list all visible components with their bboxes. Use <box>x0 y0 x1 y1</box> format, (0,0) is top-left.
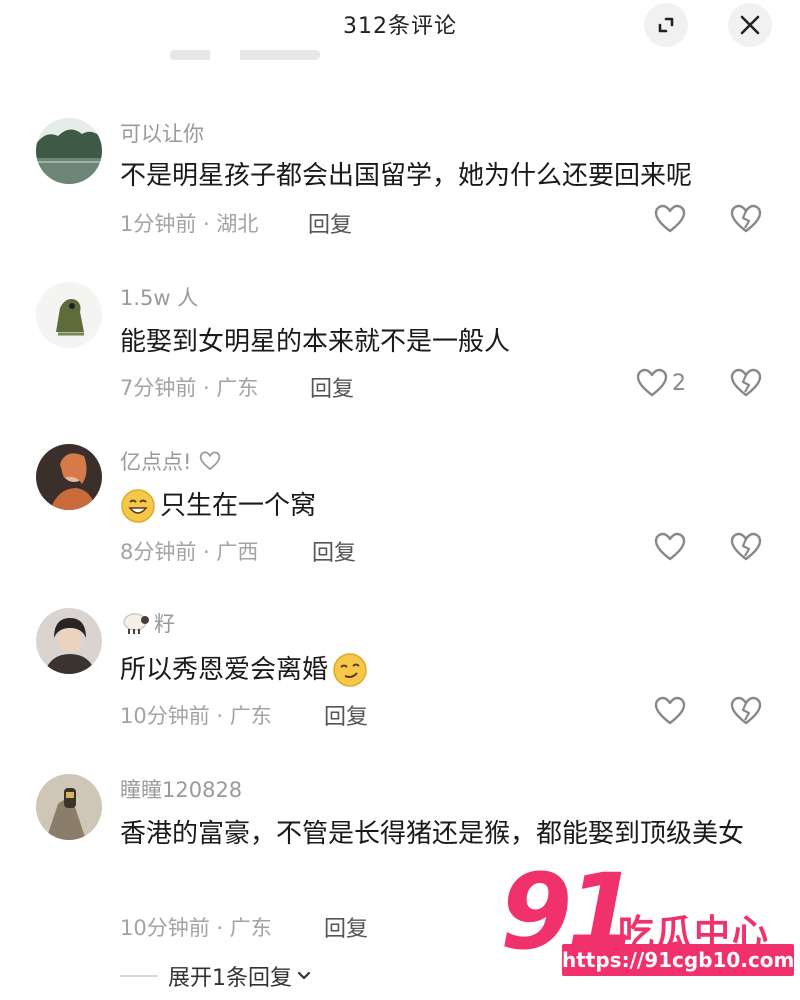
expand-icon <box>658 17 674 33</box>
comment-time-location: 1分钟前 · 湖北 <box>120 212 259 236</box>
like-button[interactable]: 2 <box>636 368 686 398</box>
username[interactable]: 1.5w 人 <box>120 282 198 312</box>
heart-badge-icon <box>200 451 221 471</box>
username-label: 亿点点! <box>120 450 192 474</box>
comment-text: 香港的富豪，不管是长得猪还是猴，都能娶到顶级美女 <box>120 819 745 849</box>
reply-button[interactable]: 回复 <box>310 371 354 403</box>
comment-time-location: 10分钟前 · 广东 <box>120 916 272 940</box>
username[interactable]: 瞳瞳120828 <box>120 774 242 804</box>
close-button[interactable] <box>728 3 772 47</box>
close-icon <box>740 15 760 35</box>
comment-text-label: 所以秀恩爱会离婚 <box>120 655 329 685</box>
broken-heart-icon <box>730 532 762 561</box>
chevron-down-icon <box>297 971 311 980</box>
username-label: 籽 <box>154 612 175 636</box>
heart-icon <box>636 368 668 397</box>
dislike-button[interactable] <box>730 696 762 730</box>
username[interactable]: 籽 <box>120 608 175 638</box>
broken-heart-icon <box>730 696 762 725</box>
broken-heart-icon <box>730 368 762 397</box>
reply-button[interactable]: 回复 <box>324 699 368 731</box>
reply-button[interactable]: 回复 <box>324 911 368 943</box>
heart-icon <box>654 532 686 561</box>
comment-time-location: 7分钟前 · 广东 <box>120 376 259 400</box>
smirk-emoji-icon <box>333 653 367 687</box>
previous-comment-fragment <box>170 50 320 60</box>
username[interactable]: 可以让你 <box>120 118 204 148</box>
comment-text: 只生在一个窝 <box>120 484 760 528</box>
comment-text: 能娶到女明星的本来就不是一般人 <box>120 327 511 357</box>
avatar[interactable] <box>36 282 102 348</box>
comment-time-location: 8分钟前 · 广西 <box>120 540 259 564</box>
avatar[interactable] <box>36 444 102 510</box>
username[interactable]: 亿点点! <box>120 446 221 476</box>
comment-text: 所以秀恩爱会离婚 <box>120 648 760 692</box>
reply-button[interactable]: 回复 <box>308 207 352 239</box>
like-count: 2 <box>672 370 686 396</box>
dislike-button[interactable] <box>730 368 762 402</box>
avatar[interactable] <box>36 774 102 840</box>
expand-button[interactable] <box>644 3 688 47</box>
heart-icon <box>654 696 686 725</box>
like-button[interactable] <box>654 696 686 726</box>
reply-button[interactable]: 回复 <box>312 535 356 567</box>
comment-time-location: 10分钟前 · 广东 <box>120 704 272 728</box>
avatar[interactable] <box>36 608 102 674</box>
expand-replies-label: 展开1条回复 <box>168 966 292 991</box>
dislike-button[interactable] <box>730 204 762 238</box>
divider <box>120 975 158 977</box>
comments-header: 312条评论 <box>0 0 800 50</box>
expand-replies-button[interactable]: 展开1条回复 <box>120 960 312 992</box>
broken-heart-icon <box>730 204 762 233</box>
avatar[interactable] <box>36 118 102 184</box>
dislike-button[interactable] <box>730 532 762 566</box>
watermark-url: https://91cgb10.com <box>562 944 794 976</box>
watermark-logo: 91 吃瓜中心 https://91cgb10.com <box>500 860 800 980</box>
grin-emoji-icon <box>121 489 155 523</box>
sheep-emoji-icon <box>123 613 149 634</box>
comment-text: 不是明星孩子都会出国留学，她为什么还要回来呢 <box>120 161 693 191</box>
like-button[interactable] <box>654 204 686 234</box>
heart-icon <box>654 204 686 233</box>
like-button[interactable] <box>654 532 686 562</box>
comment-text-label: 只生在一个窝 <box>160 491 317 521</box>
